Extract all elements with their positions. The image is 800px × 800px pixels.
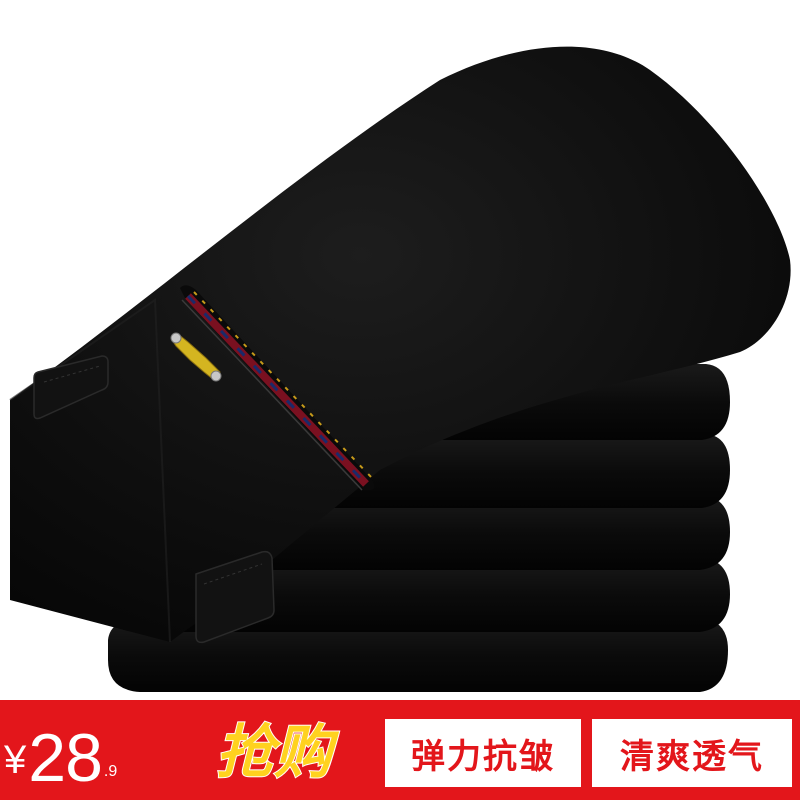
folded-trousers-image bbox=[9, 46, 791, 692]
price-display: ¥ 28 .9 bbox=[4, 712, 117, 792]
flash-sale-label: 抢购 bbox=[216, 718, 340, 786]
price-decimal: .9 bbox=[103, 763, 118, 780]
product-listing-image: ¥ 28 .9 抢购 弹力抗皱 清爽透气 bbox=[0, 0, 800, 800]
price-currency: ¥ bbox=[4, 738, 27, 782]
flash-sale-badge: 抢购 bbox=[174, 712, 374, 792]
feature-tag-breathable: 清爽透气 bbox=[592, 719, 792, 787]
promo-banner: ¥ 28 .9 抢购 弹力抗皱 清爽透气 bbox=[0, 700, 800, 800]
feature-tag-wrinkle-resistant: 弹力抗皱 bbox=[385, 719, 581, 787]
price-integer: 28 bbox=[28, 720, 103, 796]
